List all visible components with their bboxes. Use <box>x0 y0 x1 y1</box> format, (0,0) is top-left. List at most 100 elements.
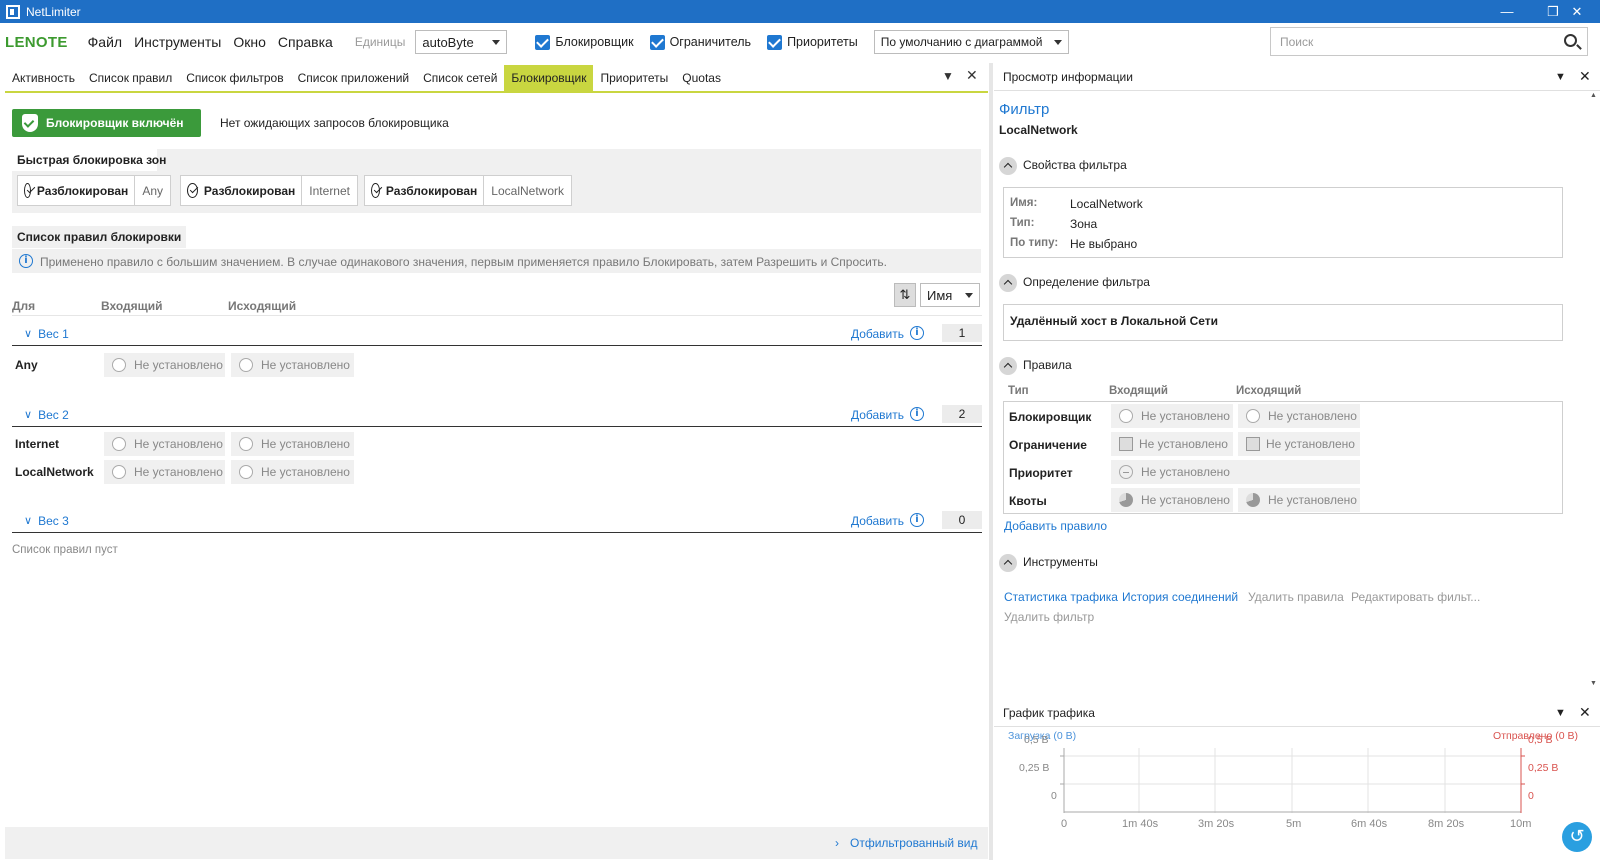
add-rule-link[interactable]: Добавить правило <box>1004 519 1107 533</box>
delete-rules-link[interactable]: Удалить правила <box>1248 590 1344 604</box>
tab-blocker[interactable]: Блокировщик <box>504 65 594 91</box>
rule-outgoing-state[interactable]: Не установлено <box>1238 404 1360 428</box>
rule-outgoing-state[interactable]: Не установлено <box>231 353 354 377</box>
menu-window[interactable]: Окно <box>233 34 266 50</box>
quota-icon <box>1119 493 1133 507</box>
y-tick-left: 0,25 B <box>1019 762 1050 774</box>
rule-incoming-state[interactable]: Не установлено <box>104 353 225 377</box>
x-tick: 8m 20s <box>1428 818 1465 830</box>
info-icon[interactable]: i <box>910 326 924 340</box>
prop-value: Зона <box>1070 217 1098 231</box>
tab-rules[interactable]: Список правил <box>82 65 179 91</box>
filter-heading: Фильтр <box>999 101 1050 118</box>
tools-section[interactable]: Инструменты <box>999 554 1098 572</box>
pane-close-icon[interactable]: ✕ <box>1579 704 1591 721</box>
zone-internet-toggle[interactable]: Разблокирован Internet <box>180 175 358 206</box>
sort-select-value: Имя <box>927 287 953 303</box>
tab-activity[interactable]: Активность <box>5 65 82 91</box>
add-rule-link[interactable]: Добавить <box>851 327 904 341</box>
close-window-button[interactable]: ✕ <box>1554 0 1600 23</box>
collapse-icon <box>999 554 1017 572</box>
rule-outgoing-state[interactable]: Не установлено <box>1238 488 1360 512</box>
rule-outgoing-state[interactable]: Не установлено <box>1238 432 1360 456</box>
rule-outgoing-state[interactable]: Не установлено <box>231 432 354 456</box>
filter-props-section[interactable]: Свойства фильтра <box>999 157 1127 175</box>
pane-menu-icon[interactable]: ▼ <box>1555 71 1566 83</box>
units-select[interactable]: autoByte <box>415 30 508 54</box>
radio-empty-icon <box>112 465 126 479</box>
definition-value: Удалённый хост в Локальной Сети <box>1010 314 1219 328</box>
tab-apps[interactable]: Список приложений <box>291 65 417 91</box>
rule-outgoing-state[interactable]: Не установлено <box>231 460 354 484</box>
blocker-checkbox[interactable]: Блокировщик <box>535 34 634 50</box>
scroll-down-icon[interactable]: ▼ <box>1590 680 1597 687</box>
pane-close-icon[interactable]: ✕ <box>1579 68 1591 85</box>
rules-col-incoming: Входящий <box>1109 385 1168 397</box>
menu-help[interactable]: Справка <box>278 34 333 50</box>
zone-name: Any <box>142 183 163 198</box>
chevron-down-icon: ∨ <box>24 409 33 421</box>
connection-history-link[interactable]: История соединений <box>1122 590 1238 604</box>
limiter-checkbox[interactable]: Ограничитель <box>649 34 751 50</box>
tab-quotas[interactable]: Quotas <box>675 65 728 91</box>
rule-priority-state[interactable]: Не установлено <box>1111 460 1360 484</box>
rule-incoming-state[interactable]: Не установлено <box>104 460 225 484</box>
tab-networks[interactable]: Список сетей <box>416 65 504 91</box>
filtered-view-link[interactable]: Отфильтрованный вид <box>850 836 977 850</box>
menu-file[interactable]: Файл <box>88 34 122 50</box>
refresh-icon[interactable]: ↺ <box>1562 822 1592 852</box>
pane-menu-icon[interactable]: ▼ <box>942 69 954 83</box>
prop-label: По типу: <box>1010 237 1059 249</box>
info-icon[interactable]: i <box>910 407 924 421</box>
rule-row-name: Internet <box>15 437 60 451</box>
rule-incoming-state[interactable]: Не установлено <box>104 432 225 456</box>
app-logo-icon <box>6 4 20 19</box>
sort-order-icon[interactable]: ⇅ <box>894 283 916 307</box>
search-icon[interactable] <box>1564 34 1577 47</box>
scroll-up-icon[interactable]: ▲ <box>1590 92 1597 99</box>
prop-label: Имя: <box>1010 197 1038 209</box>
section-title: Определение фильтра <box>1023 275 1150 290</box>
zone-localnetwork-toggle[interactable]: Разблокирован LocalNetwork <box>364 175 572 206</box>
state-label: Не установлено <box>134 358 223 372</box>
search-input[interactable]: Поиск <box>1270 27 1588 56</box>
pane-close-icon[interactable]: ✕ <box>966 67 978 84</box>
weight-group-header[interactable]: ∨ Вес 1 Добавить i 1 <box>12 322 982 346</box>
view-select[interactable]: По умолчанию с диаграммой <box>873 30 1069 54</box>
state-label: Не установлено <box>134 437 223 451</box>
weight-group-header[interactable]: ∨ Вес 2 Добавить i 2 <box>12 403 982 427</box>
sort-select[interactable]: Имя <box>920 283 980 307</box>
state-label: Не установлено <box>261 465 350 479</box>
info-scrollbar[interactable]: ▲ ▼ <box>1590 92 1598 692</box>
edit-filter-link[interactable]: Редактировать фильт... <box>1351 590 1480 604</box>
traffic-stats-link[interactable]: Статистика трафика <box>1004 590 1118 604</box>
blocker-enabled-button[interactable]: Блокировщик включён <box>12 109 201 137</box>
menu-tools[interactable]: Инструменты <box>134 34 221 50</box>
pane-splitter[interactable] <box>989 63 993 860</box>
tab-priorities[interactable]: Приоритеты <box>593 65 675 91</box>
zone-any-toggle[interactable]: Разблокирован Any <box>17 175 171 206</box>
rules-section[interactable]: Правила <box>999 357 1072 375</box>
tab-bar: Активность Список правил Список фильтров… <box>5 65 988 93</box>
priorities-checkbox[interactable]: Приоритеты <box>767 34 858 50</box>
rule-incoming-state[interactable]: Не установлено <box>1111 488 1233 512</box>
rule-incoming-state[interactable]: Не установлено <box>1111 404 1233 428</box>
rule-incoming-state[interactable]: Не установлено <box>1111 432 1233 456</box>
tab-filters[interactable]: Список фильтров <box>179 65 290 91</box>
info-icon[interactable]: i <box>910 513 924 527</box>
minimize-button[interactable]: — <box>1484 0 1530 23</box>
radio-empty-icon <box>1119 409 1133 423</box>
add-rule-link[interactable]: Добавить <box>851 514 904 528</box>
rule-row-name: LocalNetwork <box>15 465 94 479</box>
pane-menu-icon[interactable]: ▼ <box>1555 707 1566 719</box>
weight-group-header[interactable]: ∨ Вес 3 Добавить i 0 <box>12 509 982 533</box>
weight-label: Вес 1 <box>38 326 69 341</box>
zone-name: LocalNetwork <box>491 183 564 198</box>
weight-label: Вес 2 <box>38 407 69 422</box>
chevron-down-icon <box>965 293 973 298</box>
state-label: Не установлено <box>1268 409 1357 423</box>
filter-definition-section[interactable]: Определение фильтра <box>999 274 1150 292</box>
delete-filter-link[interactable]: Удалить фильтр <box>1004 610 1094 624</box>
section-title: Инструменты <box>1023 555 1098 570</box>
add-rule-link[interactable]: Добавить <box>851 408 904 422</box>
